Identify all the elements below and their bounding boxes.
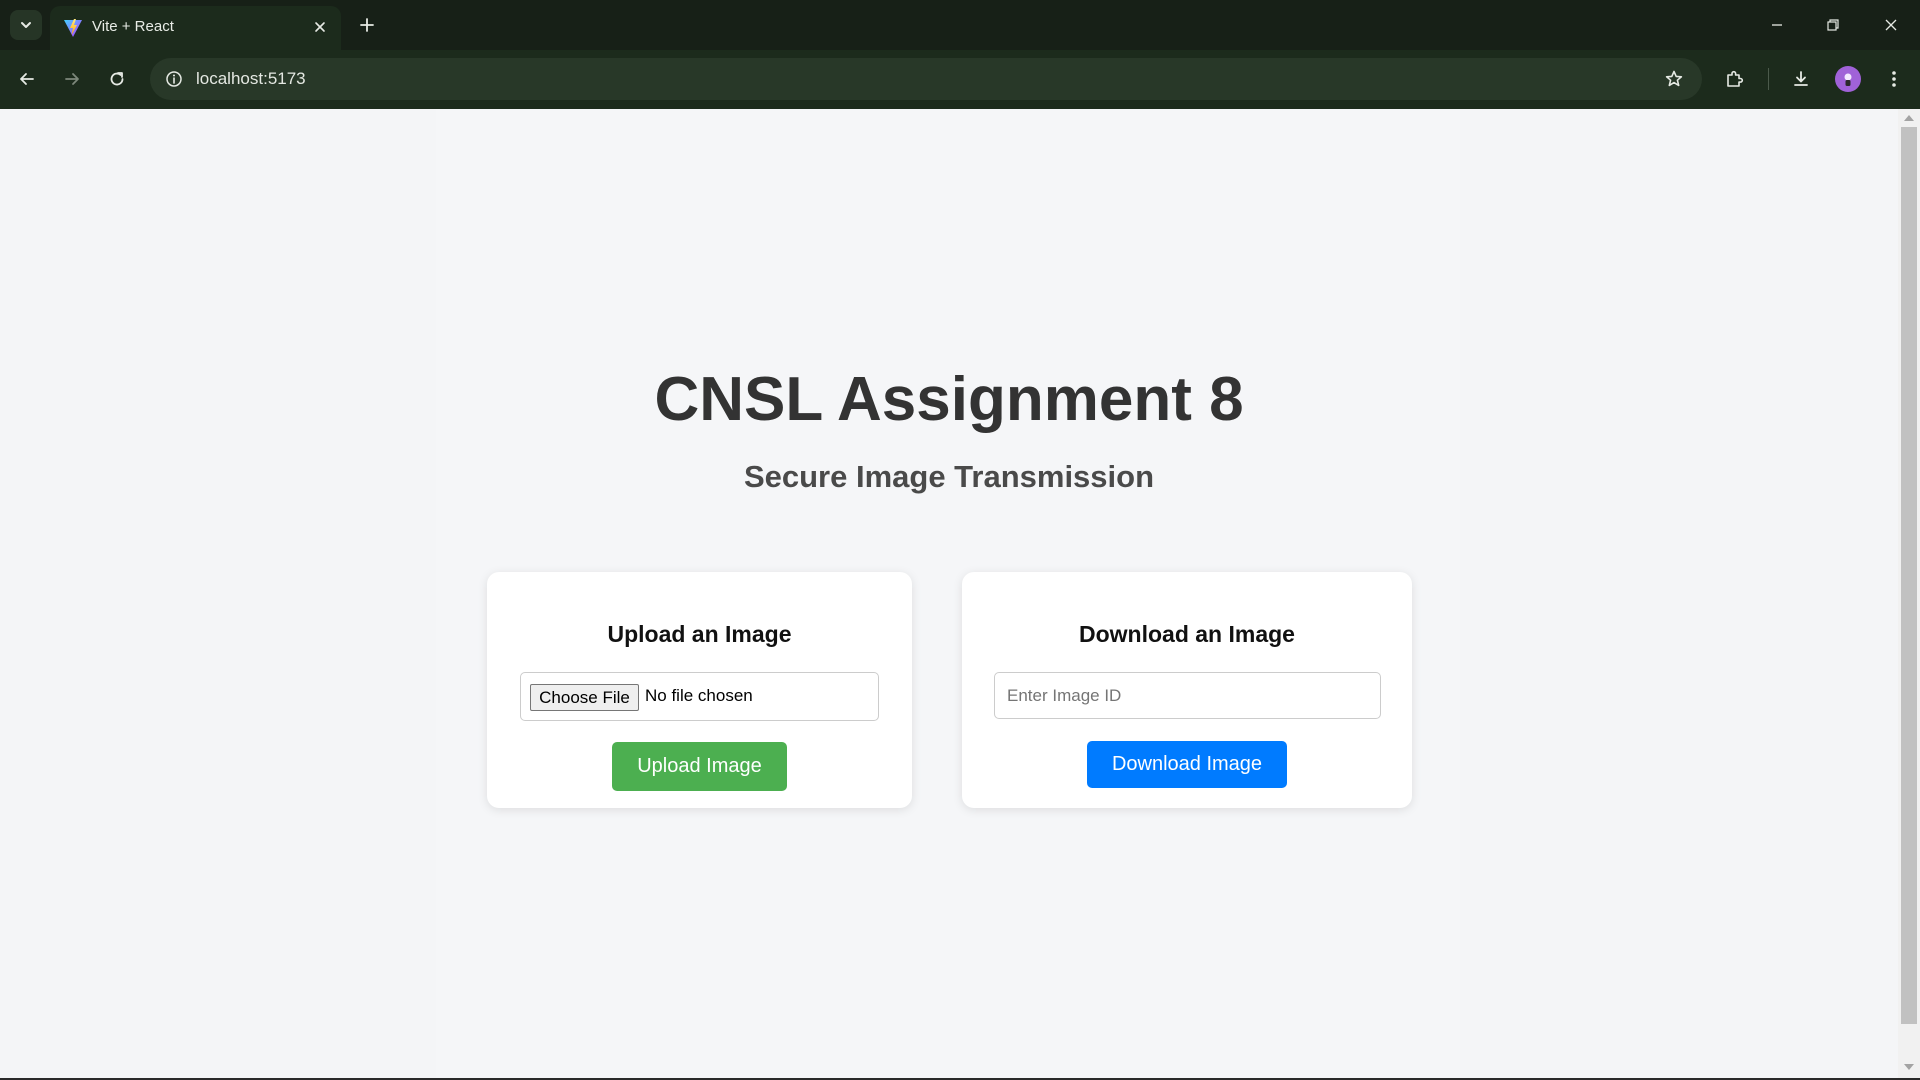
page-subtitle: Secure Image Transmission <box>743 459 1155 494</box>
upload-image-button[interactable]: Upload Image <box>612 742 787 791</box>
upload-card-heading: Upload an Image <box>607 621 792 647</box>
reload-icon <box>110 72 124 86</box>
close-icon <box>315 22 325 32</box>
forward-button[interactable] <box>55 62 89 96</box>
scroll-up-arrow-icon[interactable] <box>1904 115 1914 121</box>
download-card: Download an Image Download Image <box>962 572 1412 808</box>
new-tab-button[interactable] <box>352 10 382 40</box>
restore-icon <box>1827 19 1839 31</box>
image-id-input[interactable] <box>994 672 1381 719</box>
avatar-icon <box>1844 73 1852 86</box>
star-icon <box>1665 70 1683 87</box>
more-vert-icon <box>1892 71 1896 87</box>
page-title: CNSL Assignment 8 <box>654 365 1244 434</box>
tab-close-button[interactable] <box>309 16 331 38</box>
file-status-text: No file chosen <box>645 686 753 705</box>
scroll-down-arrow-icon[interactable] <box>1904 1064 1914 1070</box>
vertical-scrollbar[interactable] <box>1898 109 1920 1078</box>
profile-avatar[interactable] <box>1835 66 1861 92</box>
browser-chrome: Vite + React localhost:5173 <box>0 0 1920 109</box>
site-info-button[interactable] <box>158 63 190 95</box>
bookmark-button[interactable] <box>1658 63 1690 95</box>
puzzle-icon <box>1727 70 1744 87</box>
close-icon <box>1885 19 1897 31</box>
info-icon <box>166 71 182 87</box>
minimize-button[interactable] <box>1757 8 1797 42</box>
choose-file-button[interactable]: Choose File <box>530 684 639 711</box>
file-input[interactable]: Choose File No file chosen <box>520 672 879 721</box>
close-window-button[interactable] <box>1871 8 1911 42</box>
browser-tab[interactable]: Vite + React <box>50 6 341 50</box>
url-text: localhost:5173 <box>196 69 306 88</box>
page-viewport: CNSL Assignment 8 Secure Image Transmiss… <box>0 109 1898 1078</box>
tab-title: Vite + React <box>92 18 174 35</box>
arrow-right-icon <box>65 73 79 85</box>
tab-search-button[interactable] <box>10 10 42 40</box>
plus-icon <box>360 18 374 32</box>
download-card-heading: Download an Image <box>1079 621 1295 647</box>
upload-card: Upload an Image Choose File No file chos… <box>487 572 912 808</box>
download-icon <box>1794 71 1808 86</box>
browser-toolbar: localhost:5173 <box>0 50 1920 109</box>
minimize-icon <box>1772 24 1782 26</box>
downloads-button[interactable] <box>1784 62 1818 96</box>
back-button[interactable] <box>10 62 44 96</box>
download-image-button[interactable]: Download Image <box>1087 741 1287 788</box>
tab-strip: Vite + React <box>0 0 1920 50</box>
scrollbar-thumb[interactable] <box>1901 127 1917 1024</box>
chevron-down-icon <box>21 22 31 28</box>
restore-button[interactable] <box>1813 8 1853 42</box>
extensions-button[interactable] <box>1718 62 1752 96</box>
menu-button[interactable] <box>1877 62 1911 96</box>
reload-button[interactable] <box>100 62 134 96</box>
arrow-left-icon <box>20 73 34 85</box>
address-bar[interactable]: localhost:5173 <box>150 58 1702 100</box>
toolbar-separator <box>1768 68 1769 90</box>
vite-logo-icon <box>64 19 82 37</box>
